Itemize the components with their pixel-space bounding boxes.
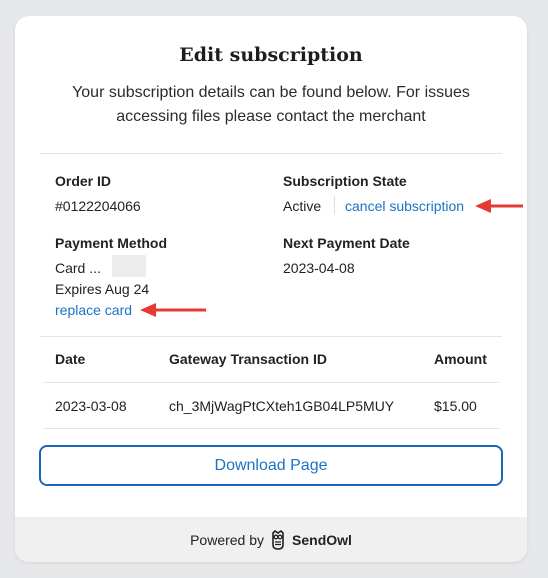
card-number: Card ... [55, 260, 101, 276]
order-id-value: #0122204066 [55, 198, 141, 214]
footer: Powered by SendOwl [15, 517, 527, 562]
sendowl-owl-icon [272, 529, 284, 550]
replace-card-link[interactable]: replace card [55, 302, 132, 318]
column-header-date: Date [55, 351, 86, 367]
powered-by-text: Powered by [190, 531, 265, 548]
subscription-state-value: Active [283, 198, 322, 214]
card-expiry: Expires Aug 24 [55, 281, 150, 297]
page-title: Edit subscription [179, 44, 363, 66]
divider [40, 153, 502, 154]
page-subtitle: Your subscription details can be found b… [72, 84, 470, 125]
table-bottom-divider [43, 428, 499, 429]
payment-method-label: Payment Method [55, 235, 168, 251]
column-header-amount: Amount [434, 351, 487, 367]
state-separator [334, 196, 335, 214]
next-payment-label: Next Payment Date [283, 235, 410, 251]
red-arrow-icon [140, 303, 206, 317]
cell-transaction-id: ch_3MjWagPtCXteh1GB04LP5MUY [169, 398, 395, 414]
red-arrow-icon [475, 199, 523, 213]
masked-card-digits [112, 255, 146, 277]
order-id-label: Order ID [55, 173, 112, 189]
subscription-state-label: Subscription State [283, 173, 407, 189]
column-header-transaction-id: Gateway Transaction ID [169, 351, 327, 367]
cell-amount: $15.00 [434, 398, 477, 414]
subscription-card: Edit subscription Your subscription deta… [15, 16, 527, 562]
cell-date: 2023-03-08 [55, 398, 127, 414]
download-page-button[interactable]: Download Page [39, 445, 503, 486]
divider [40, 336, 502, 337]
download-page-label: Download Page [214, 456, 328, 474]
next-payment-value: 2023-04-08 [283, 260, 355, 276]
table-header-divider [43, 382, 499, 383]
brand-name[interactable]: SendOwl [292, 532, 352, 548]
cancel-subscription-link[interactable]: cancel subscription [345, 198, 464, 214]
